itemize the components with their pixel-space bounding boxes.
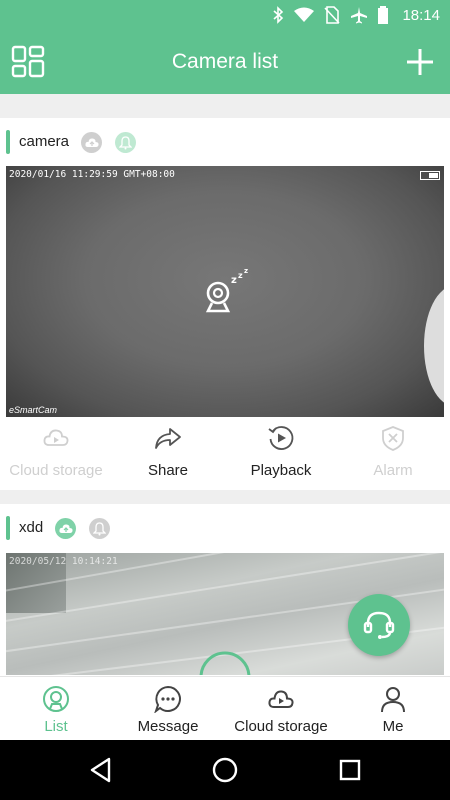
message-icon: [154, 685, 181, 713]
home-icon[interactable]: [211, 756, 239, 784]
tab-label: List: [44, 718, 68, 735]
alarm-action[interactable]: Alarm: [337, 420, 449, 490]
camera-sleep-icon: z z z: [205, 267, 248, 313]
svg-text:z: z: [244, 267, 248, 275]
playback-icon: [268, 426, 294, 450]
action-label: Share: [147, 462, 189, 479]
bottom-tab-bar: List Message Cloud storage Me: [0, 676, 450, 740]
add-camera-button[interactable]: [404, 46, 436, 78]
headset-icon: [363, 611, 395, 639]
status-bar: 18:14: [0, 0, 450, 32]
airplane-icon: [351, 7, 368, 24]
tab-message[interactable]: Message: [112, 677, 224, 741]
bell-icon: [93, 521, 106, 535]
camera-video-preview[interactable]: 2020/01/16 11:29:59 GMT+08:00 z z z eSma…: [6, 166, 444, 417]
tab-list[interactable]: List: [0, 677, 112, 741]
cloud-icon: [43, 429, 69, 446]
action-label: Playback: [250, 462, 312, 479]
video-brand-watermark: eSmartCam: [9, 405, 58, 415]
action-label: Cloud storage: [9, 462, 103, 479]
play-icon[interactable]: [199, 651, 251, 675]
tab-label: Cloud storage: [234, 718, 328, 735]
tab-cloud-storage[interactable]: Cloud storage: [225, 677, 337, 741]
svg-text:z: z: [238, 271, 243, 280]
back-icon[interactable]: [87, 756, 115, 784]
tab-label: Me: [382, 718, 404, 735]
cloud-icon: [58, 523, 73, 533]
system-nav-bar: [0, 740, 450, 800]
wifi-icon: [294, 7, 315, 22]
bell-icon: [119, 135, 132, 149]
camera-card-header: camera: [0, 118, 450, 164]
alarm-status-badge: [115, 132, 136, 153]
alarm-status-badge: [89, 518, 110, 539]
camera-name[interactable]: camera: [19, 133, 69, 150]
cloud-storage-action[interactable]: Cloud storage: [0, 420, 112, 490]
svg-text:z: z: [231, 275, 237, 286]
alarm-icon: [382, 426, 404, 451]
person-icon: [381, 687, 405, 713]
cloud-icon: [84, 137, 99, 147]
cloud-status-badge: [55, 518, 76, 539]
camera-name[interactable]: xdd: [19, 519, 43, 536]
plus-icon: [407, 49, 433, 75]
cloud-status-badge: [81, 132, 102, 153]
camera-card-header: xdd: [0, 504, 450, 550]
page-title: Camera list: [171, 50, 279, 73]
no-sim-icon: [324, 6, 341, 24]
tab-label: Message: [137, 718, 199, 735]
bluetooth-icon: [273, 6, 284, 24]
share-action[interactable]: Share: [112, 420, 224, 490]
video-timestamp: 2020/05/12 10:14:21: [9, 556, 118, 567]
share-icon: [155, 428, 181, 449]
tab-me[interactable]: Me: [337, 677, 449, 741]
recents-icon[interactable]: [336, 756, 364, 784]
playback-action[interactable]: Playback: [225, 420, 337, 490]
cloud-play-icon: [268, 690, 294, 708]
list-icon: [43, 686, 69, 712]
action-label: Alarm: [373, 462, 413, 479]
battery-icon: [378, 6, 389, 24]
status-time: 18:14: [402, 6, 440, 24]
camera-actions: Cloud storage Share Playback Alarm: [0, 420, 450, 490]
customer-support-button[interactable]: [348, 594, 410, 656]
app-bar: Camera list: [0, 32, 450, 94]
video-timestamp: 2020/01/16 11:29:59 GMT+08:00: [9, 169, 175, 180]
camera-battery-icon: [420, 171, 440, 180]
